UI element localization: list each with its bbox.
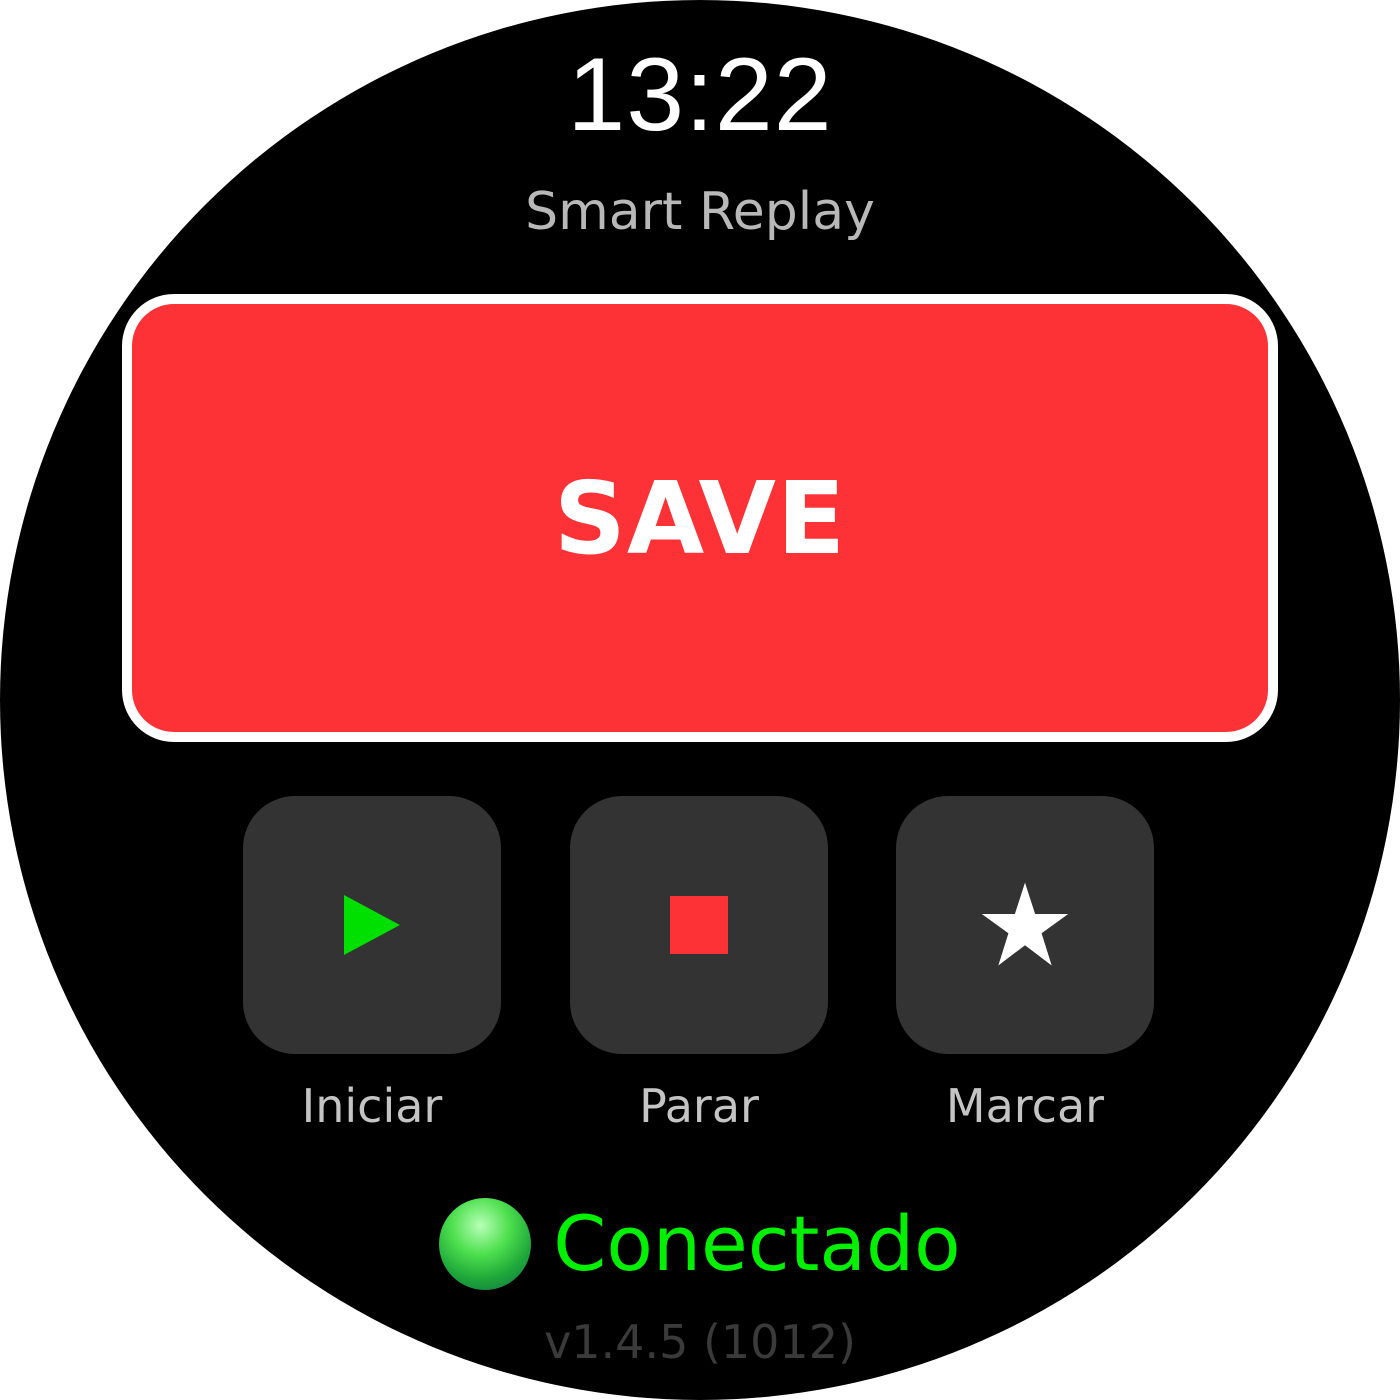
watch-face: 13:22 Smart Replay SAVE Iniciar Parar Ma… [0,0,1400,1400]
connection-status: Conectado [0,1196,1400,1292]
mark-label: Marcar [945,1079,1105,1133]
clock-time: 13:22 [567,37,833,153]
stop-label: Parar [639,1079,759,1133]
app-title: Smart Replay [525,182,875,242]
start-button[interactable] [243,796,501,1054]
save-button-label: SAVE [553,459,847,577]
star-icon [981,882,1069,966]
play-icon [344,895,400,955]
status-text: Conectado [553,1199,961,1288]
save-button[interactable]: SAVE [122,294,1278,742]
stop-icon [670,896,728,954]
version-label: v1.4.5 (1012) [544,1315,856,1369]
start-label: Iniciar [301,1079,443,1133]
stop-button[interactable] [570,796,828,1054]
status-dot-icon [439,1198,532,1290]
mark-button[interactable] [896,796,1154,1054]
